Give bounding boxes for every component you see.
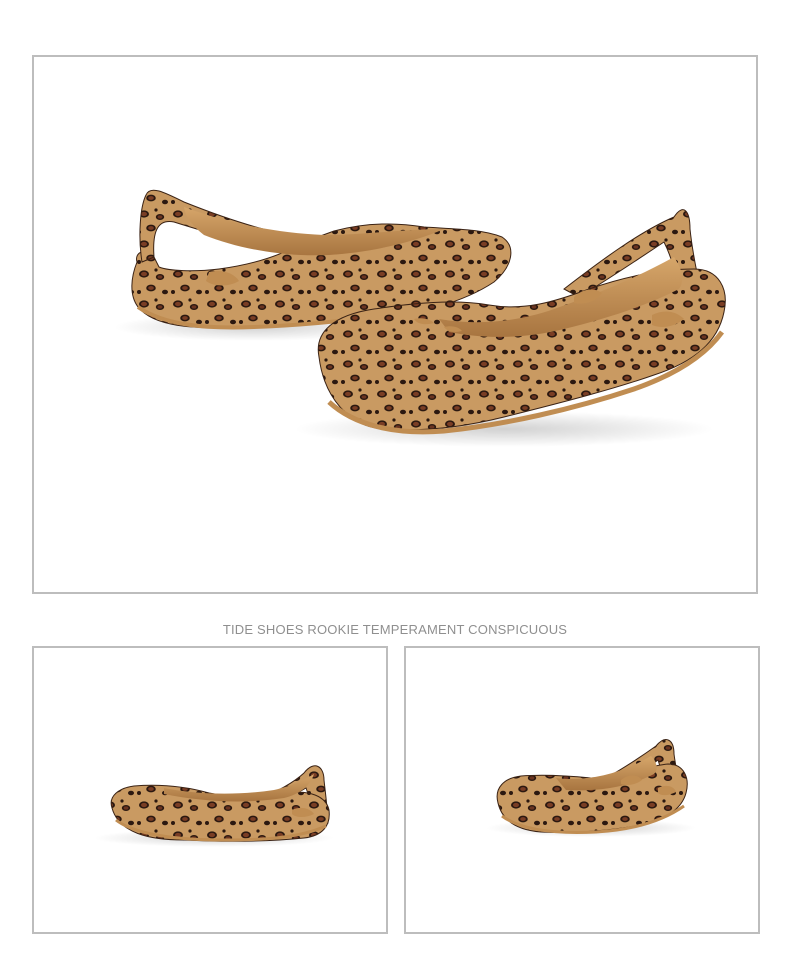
angled-view-shoe xyxy=(496,739,688,834)
leopard-clog-side-view-image xyxy=(94,765,334,847)
main-product-photo xyxy=(32,55,758,594)
leopard-clog-angled-view-image xyxy=(486,739,696,837)
thumbnail-photo-right xyxy=(404,646,760,934)
side-view-shoe xyxy=(110,765,330,842)
tagline-caption: TIDE SHOES ROOKIE TEMPERAMENT CONSPICUOU… xyxy=(222,622,568,637)
thumbnail-photo-left xyxy=(32,646,388,934)
leopard-clogs-pair-image xyxy=(114,189,726,447)
